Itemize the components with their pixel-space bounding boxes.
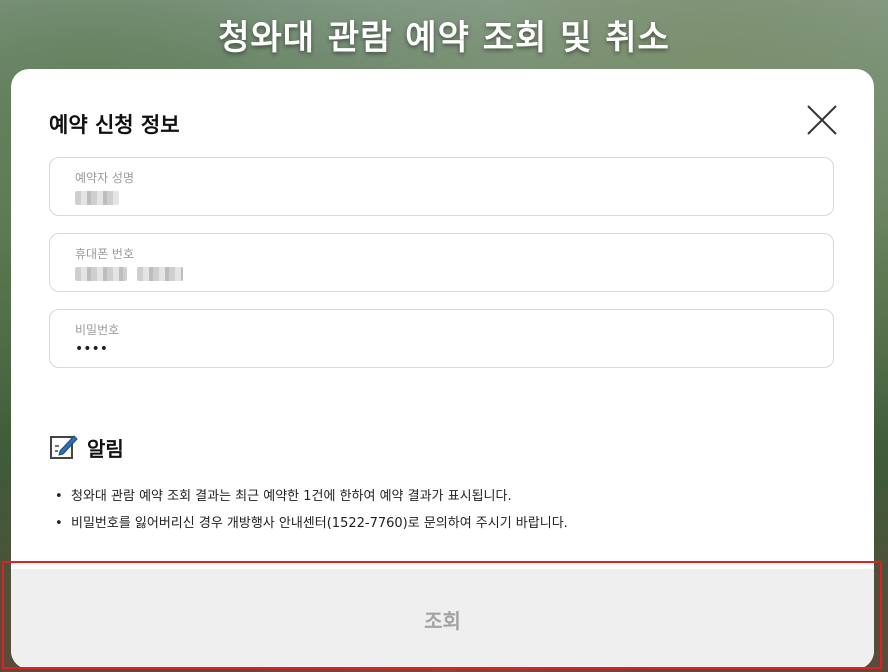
reservation-modal: 예약 신청 정보 예약자 성명 휴대폰 번호 비밀번호 •••• 알림 청와대 … (11, 69, 874, 669)
phone-field[interactable]: 휴대폰 번호 (49, 233, 834, 292)
name-field-value-obscured (75, 191, 119, 205)
phone-field-label: 휴대폰 번호 (75, 247, 135, 261)
phone-field-value-obscured-1 (75, 267, 127, 281)
phone-field-value-obscured-2 (137, 267, 183, 281)
notice-header: 알림 (49, 431, 124, 463)
password-field[interactable]: 비밀번호 •••• (49, 309, 834, 368)
section-title: 예약 신청 정보 (49, 113, 180, 137)
notice-item: 비밀번호를 잃어버리신 경우 개방행사 안내센터(1522-7760)로 문의하… (55, 510, 568, 537)
name-field-label: 예약자 성명 (75, 171, 135, 185)
close-icon (807, 105, 837, 135)
page-title: 청와대 관람 예약 조회 및 취소 (218, 18, 670, 58)
pencil-note-icon (50, 435, 78, 459)
name-field[interactable]: 예약자 성명 (49, 157, 834, 216)
close-button[interactable] (805, 103, 839, 137)
search-button[interactable]: 조회 (11, 569, 874, 669)
notice-list: 청와대 관람 예약 조회 결과는 최근 예약한 1건에 한하여 예약 결과가 표… (55, 483, 568, 537)
password-field-value: •••• (75, 341, 109, 357)
password-field-label: 비밀번호 (75, 323, 120, 337)
notice-item: 청와대 관람 예약 조회 결과는 최근 예약한 1건에 한하여 예약 결과가 표… (55, 483, 568, 510)
notice-title: 알림 (87, 436, 124, 461)
